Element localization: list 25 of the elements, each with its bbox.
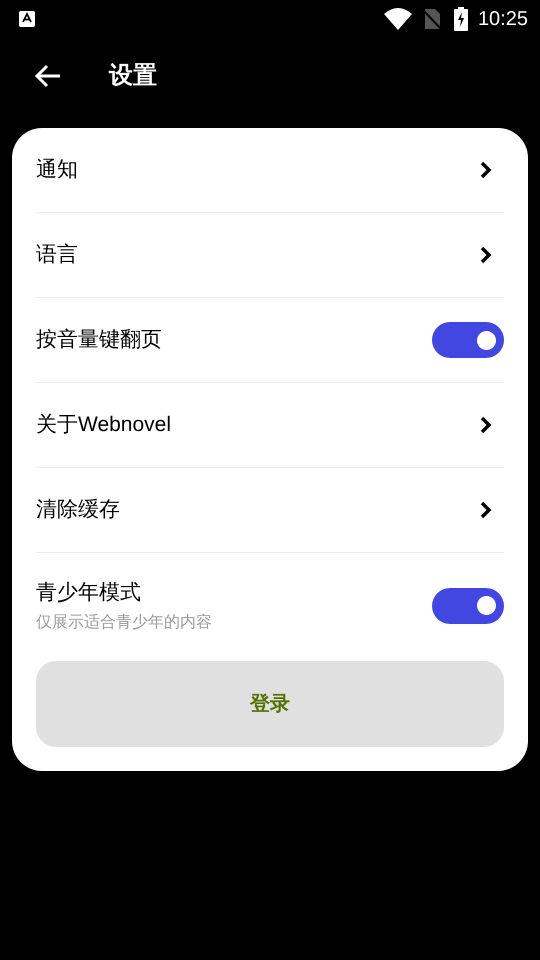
setting-label: 清除缓存 [36,497,121,524]
settings-row[interactable]: 清除缓存 [36,468,504,553]
settings-row[interactable]: 关于Webnovel [36,383,504,468]
chevron-right-icon [480,501,492,519]
setting-description: 仅展示适合青少年的内容 [36,612,213,632]
battery-charging-icon [454,7,468,31]
toggle-switch[interactable] [432,588,504,624]
back-arrow-icon [34,64,62,88]
status-time: 10:25 [478,7,528,32]
settings-row[interactable]: 通知 [36,128,504,213]
chevron-right-icon [480,161,492,179]
settings-row[interactable]: 语言 [36,213,504,298]
setting-label: 青少年模式 [36,580,142,606]
setting-label: 关于Webnovel [36,412,172,438]
back-button[interactable] [34,62,62,90]
chevron-right-icon [480,246,492,264]
page-title: 设置 [109,61,157,91]
toggle-switch[interactable] [432,322,504,358]
wifi-icon [384,8,412,30]
setting-label: 语言 [36,242,79,268]
notification-app-icon [18,10,36,28]
login-button[interactable]: 登录 [36,660,504,746]
setting-label: 按音量键翻页 [36,327,163,354]
chevron-right-icon [480,416,492,434]
setting-label: 通知 [36,157,79,184]
